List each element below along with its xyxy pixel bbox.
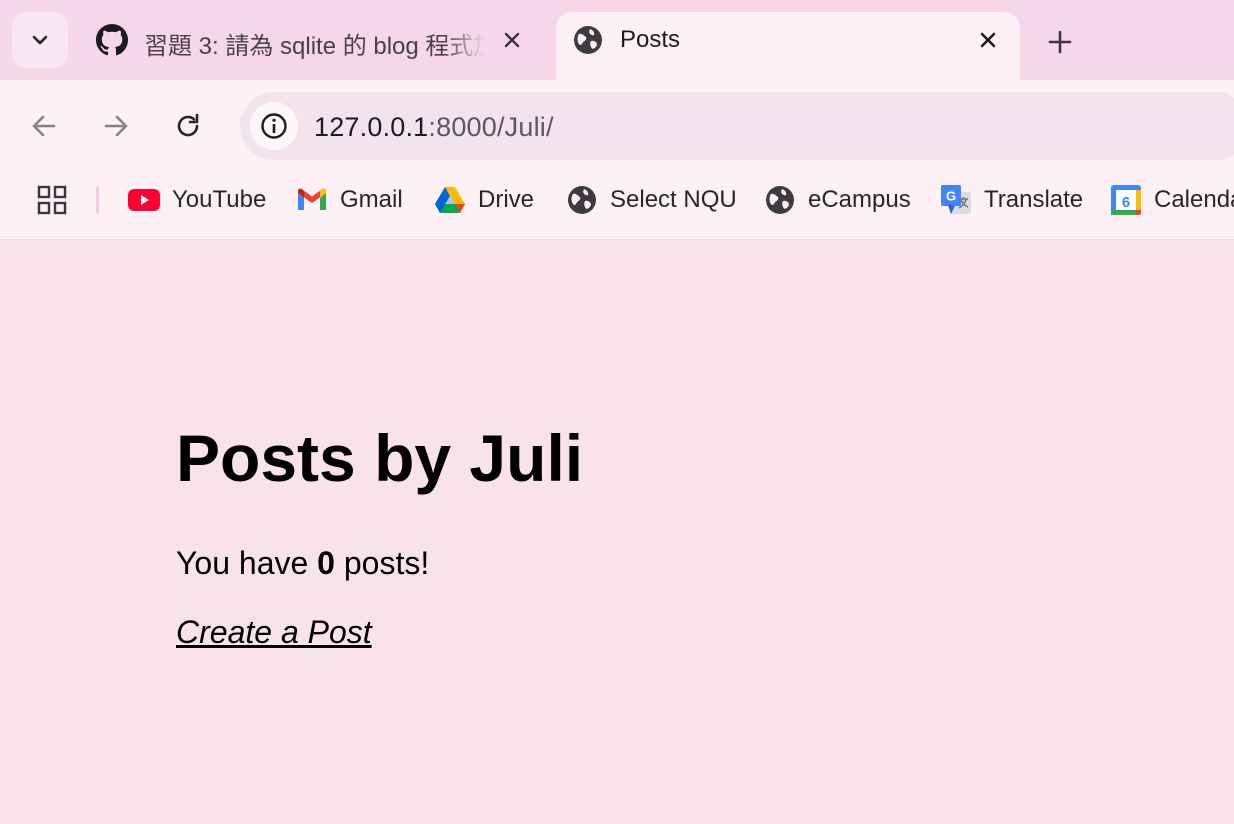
url-host: 127.0.0.1 <box>314 112 429 142</box>
bookmark-label: Select NQU <box>610 186 737 213</box>
globe-icon <box>764 184 796 216</box>
bookmarks-bar: YouTube Gmail Drive Select NQU eCampus G… <box>0 172 1234 240</box>
drive-icon <box>434 184 466 216</box>
bookmark-label: Translate <box>984 186 1084 213</box>
post-count-value: 0 <box>317 545 335 581</box>
youtube-icon <box>128 184 160 216</box>
info-icon <box>261 113 287 139</box>
globe-icon <box>572 24 604 56</box>
bookmark-label: YouTube <box>172 186 267 213</box>
chevron-down-icon <box>32 35 48 45</box>
bookmark-translate[interactable]: G Translate <box>940 182 1083 218</box>
bookmark-gmail[interactable]: Gmail <box>296 182 403 218</box>
svg-text:G: G <box>946 189 956 204</box>
tab-github[interactable]: 習題 3: 請為 sqlite 的 blog 程式加 <box>80 12 546 80</box>
arrow-right-icon <box>104 115 128 137</box>
calendar-day: 6 <box>1122 194 1130 211</box>
apps-grid-icon[interactable] <box>36 184 68 216</box>
github-icon <box>96 24 128 56</box>
bookmark-label: Gmail <box>340 186 403 213</box>
post-count-suffix: posts! <box>334 545 430 581</box>
plus-icon <box>1048 30 1072 54</box>
create-post-link[interactable]: Create a Post <box>176 614 372 651</box>
bookmark-calendar[interactable]: 6 Calendar <box>1110 182 1234 218</box>
post-count-text: You have 0 posts! <box>176 545 429 582</box>
back-button[interactable] <box>24 106 64 146</box>
bookmark-ecampus[interactable]: eCampus <box>764 182 911 218</box>
bookmarks-separator <box>96 186 99 214</box>
bookmark-drive[interactable]: Drive <box>434 182 534 218</box>
forward-button[interactable] <box>96 106 136 146</box>
tab-title: Posts <box>620 26 681 53</box>
bookmark-label: eCampus <box>808 186 911 213</box>
gmail-icon <box>296 184 328 216</box>
site-info-button[interactable] <box>250 102 298 150</box>
close-icon[interactable] <box>498 26 526 54</box>
tab-search-button[interactable] <box>12 12 68 68</box>
browser-toolbar: 127.0.0.1:8000/Juli/ <box>0 80 1234 172</box>
url-path: :8000/Juli/ <box>428 112 554 142</box>
bookmark-label: Drive <box>478 186 535 213</box>
address-bar[interactable]: 127.0.0.1:8000/Juli/ <box>240 92 1234 160</box>
tab-title: 習題 3: 請為 sqlite 的 blog 程式加 <box>144 33 484 60</box>
reload-button[interactable] <box>168 106 208 146</box>
globe-icon <box>566 184 598 216</box>
close-icon[interactable] <box>974 26 1002 54</box>
bookmark-select-nqu[interactable]: Select NQU <box>566 182 737 218</box>
calendar-icon: 6 <box>1110 184 1142 216</box>
post-count-prefix: You have <box>176 545 318 581</box>
url-text[interactable]: 127.0.0.1:8000/Juli/ <box>314 112 554 143</box>
translate-icon: G <box>940 184 972 216</box>
arrow-left-icon <box>32 115 56 137</box>
tab-strip: 習題 3: 請為 sqlite 的 blog 程式加 Posts <box>0 0 1234 80</box>
bookmark-youtube[interactable]: YouTube <box>128 182 266 218</box>
new-tab-button[interactable] <box>1040 22 1080 62</box>
page-title: Posts by Juli <box>176 421 584 495</box>
bookmark-label: Calendar <box>1154 186 1234 213</box>
reload-icon <box>177 113 199 137</box>
tab-posts[interactable]: Posts <box>556 12 1020 80</box>
